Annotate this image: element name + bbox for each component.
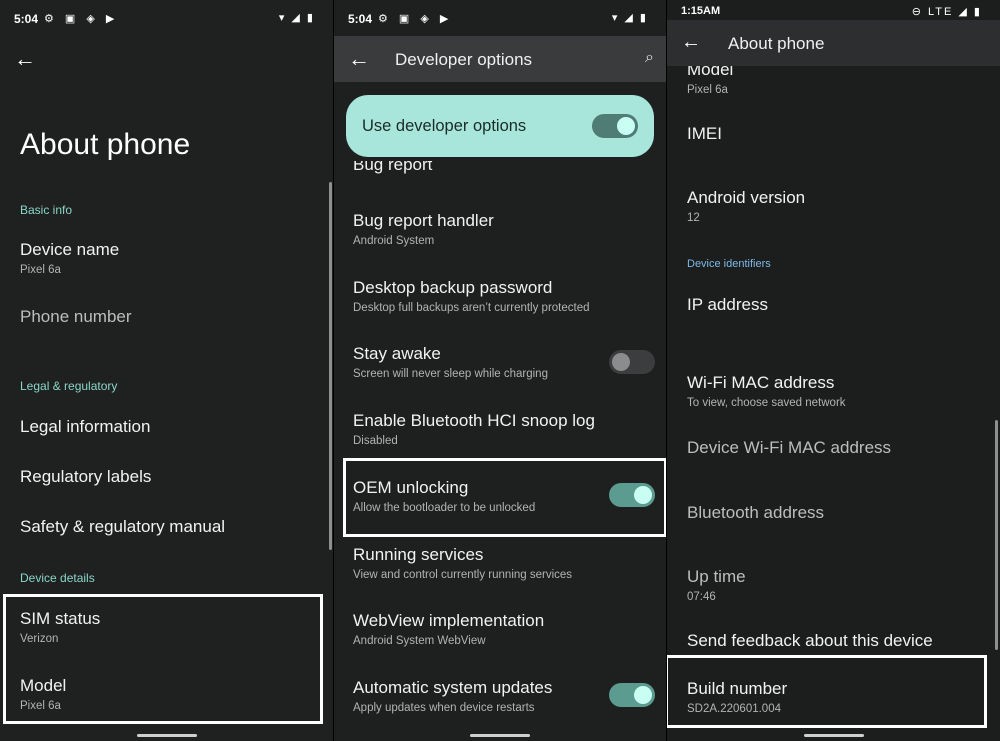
- ip-address-item[interactable]: IP address: [687, 295, 990, 319]
- send-feedback-item[interactable]: Send feedback about this device: [687, 631, 990, 651]
- regulatory-labels-item[interactable]: Regulatory labels: [20, 467, 323, 487]
- item-title: Bluetooth address: [687, 503, 825, 522]
- item-subtitle: Android System WebView: [353, 635, 486, 647]
- item-subtitle: To view, choose saved network: [687, 397, 846, 409]
- nav-handle[interactable]: [470, 734, 530, 737]
- item-title: Up time: [687, 567, 746, 586]
- item-subtitle: Android System: [353, 235, 435, 247]
- model-item[interactable]: Model Pixel 6a: [687, 66, 990, 100]
- bluetooth-address-item[interactable]: Bluetooth address: [687, 503, 990, 527]
- system-icons: ▾ ◢ ▮: [611, 12, 648, 24]
- item-title: Bug report: [353, 161, 433, 174]
- running-services-item[interactable]: Running services View and control curren…: [353, 545, 656, 581]
- item-title: Phone number: [20, 307, 132, 326]
- status-bar: 5:04 ⚙ ▣ ◈ ▶ ▾ ◢ ▮: [0, 0, 333, 36]
- notification-icons: ⚙ ▣ ◈ ▶: [44, 13, 119, 25]
- status-bar: 1:15AM ⊖ LTE ◢ ▮: [667, 0, 1000, 20]
- status-bar: 5:04 ⚙ ▣ ◈ ▶ ▾ ◢ ▮: [334, 0, 666, 36]
- item-subtitle: View and control currently running servi…: [353, 569, 573, 581]
- item-title: Enable Bluetooth HCI snoop log: [353, 411, 595, 430]
- item-subtitle: 12: [687, 212, 700, 224]
- item-subtitle: Pixel 6a: [20, 264, 61, 276]
- about-phone-panel: 5:04 ⚙ ▣ ◈ ▶ ▾ ◢ ▮ ← About phone Basic i…: [0, 0, 333, 741]
- highlight-box: [343, 458, 666, 537]
- back-arrow-icon[interactable]: ←: [681, 32, 701, 52]
- automatic-updates-switch[interactable]: [609, 683, 655, 707]
- section-device-identifiers: Device identifiers: [687, 258, 771, 270]
- webview-implementation-item[interactable]: WebView implementation Android System We…: [353, 611, 656, 647]
- up-time-item[interactable]: Up time 07:46: [687, 567, 990, 603]
- item-title: Regulatory labels: [20, 467, 152, 486]
- nav-handle[interactable]: [804, 734, 864, 737]
- bluetooth-hci-snoop-item[interactable]: Enable Bluetooth HCI snoop log Disabled: [353, 411, 656, 447]
- back-arrow-icon[interactable]: ←: [348, 48, 370, 70]
- item-title: Device Wi-Fi MAC address: [687, 438, 892, 457]
- item-subtitle: 07:46: [687, 591, 716, 603]
- item-title: Legal information: [20, 417, 151, 436]
- section-legal: Legal & regulatory: [20, 379, 118, 393]
- item-title: WebView implementation: [353, 611, 545, 630]
- bug-report-handler-item[interactable]: Bug report handler Android System: [353, 211, 656, 247]
- android-version-item[interactable]: Android version 12: [687, 188, 990, 224]
- back-arrow-icon[interactable]: ←: [14, 48, 36, 70]
- item-subtitle: Apply updates when device restarts: [353, 702, 535, 714]
- master-switch[interactable]: [592, 114, 638, 138]
- phone-number-item[interactable]: Phone number: [20, 307, 323, 327]
- use-developer-options-toggle-card[interactable]: Use developer options: [346, 95, 654, 157]
- app-bar: ← Developer options ⌕: [334, 36, 666, 82]
- item-title: Android version: [687, 188, 806, 207]
- item-subtitle: Screen will never sleep while charging: [353, 368, 548, 380]
- switch-knob: [634, 686, 652, 704]
- scrollbar[interactable]: [329, 182, 332, 550]
- item-title: IP address: [687, 295, 768, 314]
- device-wifi-mac-item[interactable]: Device Wi-Fi MAC address: [687, 438, 990, 462]
- app-bar-title: Developer options: [395, 50, 533, 69]
- section-basic-info: Basic info: [20, 203, 73, 217]
- wifi-mac-item[interactable]: Wi-Fi MAC address To view, choose saved …: [687, 373, 990, 409]
- highlight-box: [3, 594, 323, 724]
- search-icon[interactable]: ⌕: [645, 49, 654, 67]
- item-title: IMEI: [687, 124, 722, 143]
- item-title: Desktop backup password: [353, 278, 553, 297]
- item-title: Device name: [20, 240, 120, 259]
- section-device-details: Device details: [20, 571, 95, 585]
- page-title: About phone: [20, 128, 191, 161]
- app-bar-title: About phone: [728, 34, 825, 53]
- item-title: Wi-Fi MAC address: [687, 373, 835, 392]
- app-bar: ← About phone: [667, 20, 1000, 66]
- desktop-backup-password-item[interactable]: Desktop backup password Desktop full bac…: [353, 278, 656, 314]
- switch-knob: [617, 117, 635, 135]
- legal-information-item[interactable]: Legal information: [20, 417, 323, 437]
- status-time: 1:15AM: [681, 5, 721, 17]
- bug-report-item[interactable]: Bug report: [353, 161, 656, 177]
- system-icons: ⊖ LTE ◢ ▮: [911, 6, 982, 18]
- status-time: 5:04: [348, 12, 373, 26]
- item-subtitle: Disabled: [353, 435, 398, 447]
- stay-awake-switch[interactable]: [609, 350, 655, 374]
- system-icons: ▾ ◢ ▮: [278, 12, 315, 24]
- item-title: Bug report handler: [353, 211, 494, 230]
- about-phone-scrolled-panel: 1:15AM ⊖ LTE ◢ ▮ ← About phone Model Pix…: [667, 0, 1000, 741]
- item-title: Model: [687, 66, 734, 79]
- item-title: Send feedback about this device: [687, 631, 933, 650]
- scrollbar[interactable]: [995, 420, 998, 650]
- master-switch-label: Use developer options: [362, 117, 527, 135]
- imei-item[interactable]: IMEI: [687, 124, 990, 148]
- item-title: Running services: [353, 545, 484, 564]
- device-name-item[interactable]: Device name Pixel 6a: [20, 240, 323, 276]
- switch-knob: [612, 353, 630, 371]
- developer-options-panel: 5:04 ⚙ ▣ ◈ ▶ ▾ ◢ ▮ ← Developer options ⌕…: [334, 0, 666, 741]
- item-title: Safety & regulatory manual: [20, 517, 226, 536]
- item-subtitle: Pixel 6a: [687, 84, 728, 96]
- nav-handle[interactable]: [137, 734, 197, 737]
- safety-manual-item[interactable]: Safety & regulatory manual: [20, 517, 323, 537]
- item-subtitle: Desktop full backups aren’t currently pr…: [353, 302, 590, 314]
- highlight-box: [667, 655, 987, 728]
- status-time: 5:04: [14, 12, 39, 26]
- notification-icons: ⚙ ▣ ◈ ▶: [378, 13, 453, 25]
